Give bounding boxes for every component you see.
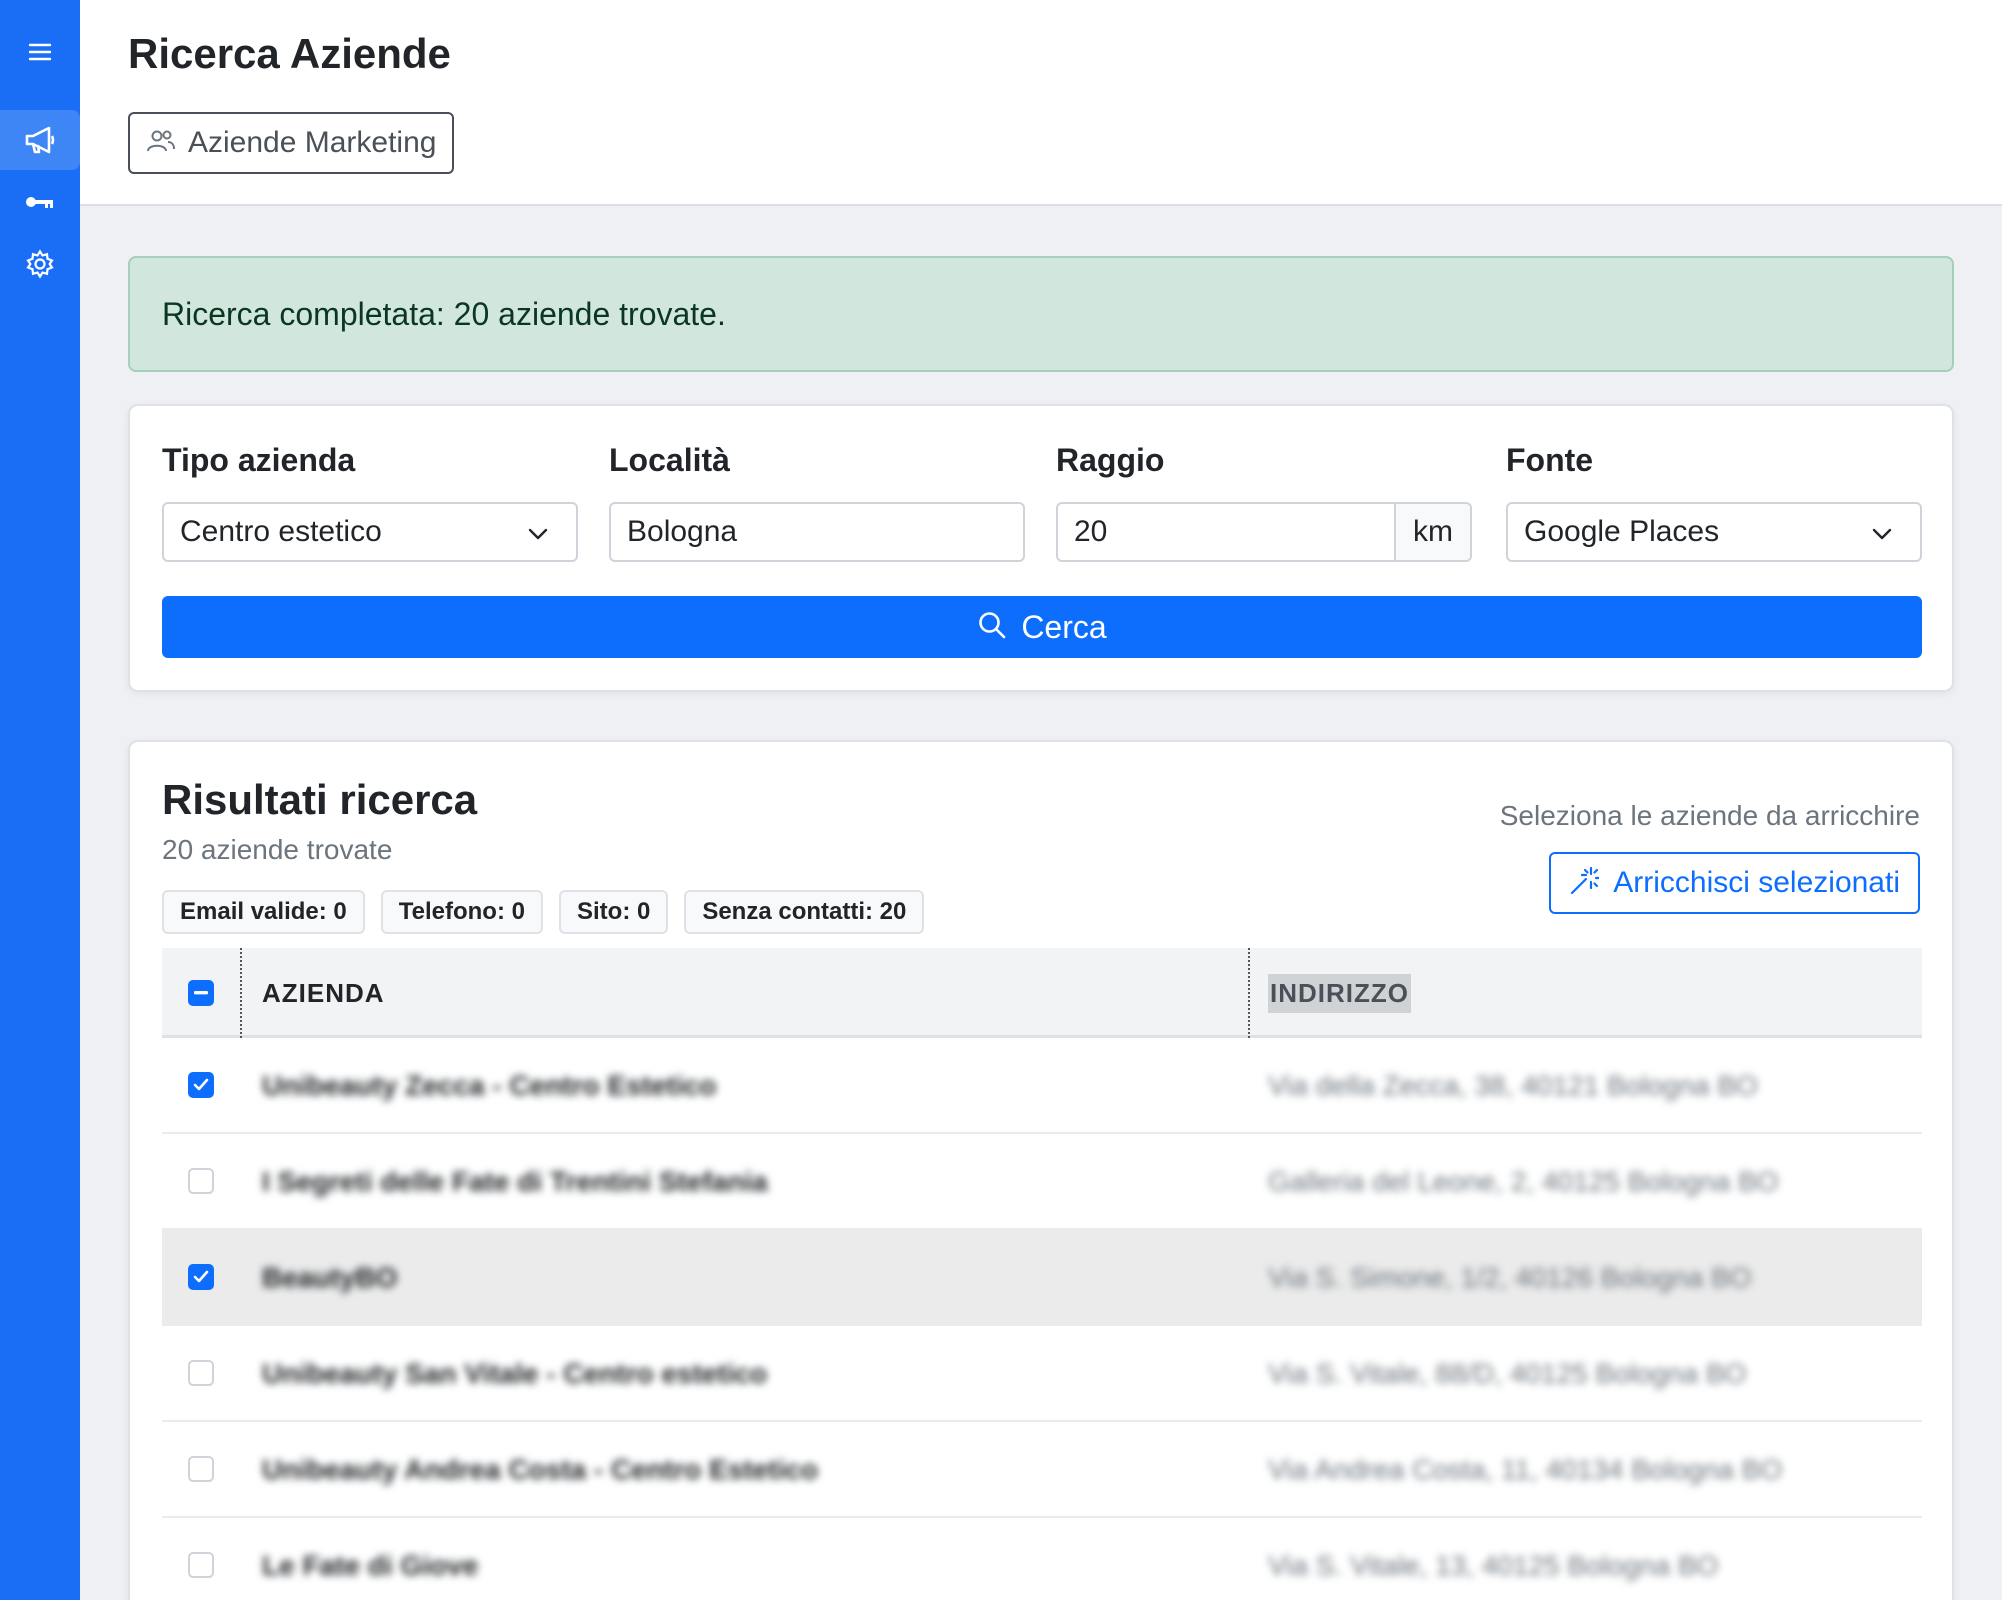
menu-icon xyxy=(27,41,53,63)
company-address: Via S. Vitale, 88/D, 40125 Bologna BO xyxy=(1268,1358,1747,1389)
page-title: Ricerca Aziende xyxy=(128,30,451,77)
radius-input[interactable]: 20 xyxy=(1056,502,1396,562)
company-address: Galleria del Leone, 2, 40125 Bologna BO xyxy=(1268,1166,1779,1197)
radius-unit: km xyxy=(1394,502,1472,562)
company-name: BeautyBO xyxy=(262,1262,398,1293)
results-table: AZIENDA INDIRIZZO Unibeauty Zecca - Cent… xyxy=(162,948,1922,1600)
location-input[interactable]: Bologna xyxy=(609,502,1025,562)
location-input-value: Bologna xyxy=(627,515,738,548)
row-checkbox[interactable] xyxy=(188,1360,214,1386)
table-header: AZIENDA INDIRIZZO xyxy=(162,948,1922,1038)
radius-input-value: 20 xyxy=(1074,515,1108,548)
sidebar-item-keys[interactable] xyxy=(0,172,80,232)
row-checkbox[interactable] xyxy=(188,1456,214,1482)
badge-no-contacts: Senza contatti: 20 xyxy=(684,890,925,934)
tab-label: Aziende Marketing xyxy=(188,126,437,159)
magic-wand-icon xyxy=(1569,866,1601,901)
menu-toggle-button[interactable] xyxy=(0,22,80,82)
column-header-indirizzo[interactable]: INDIRIZZO xyxy=(1268,948,1411,1038)
tab-aziende-marketing[interactable]: Aziende Marketing xyxy=(128,112,455,174)
success-alert: Ricerca completata: 20 aziende trovate. xyxy=(128,256,1954,372)
enrich-selected-button[interactable]: Arricchisci selezionati xyxy=(1549,852,1920,914)
row-checkbox[interactable] xyxy=(188,1168,214,1194)
enrich-hint: Seleziona le aziende da arricchire xyxy=(1499,800,1920,831)
company-name: I Segreti delle Fate di Trentini Stefani… xyxy=(262,1166,768,1197)
source-label: Fonte xyxy=(1506,442,1594,478)
column-header-indirizzo-label: INDIRIZZO xyxy=(1268,973,1411,1013)
search-form: Tipo azienda Centro estetico Località Bo… xyxy=(128,404,1954,692)
column-resize-handle[interactable] xyxy=(240,948,242,1038)
company-name: Unibeauty San Vitale - Centro estetico xyxy=(262,1358,768,1389)
location-label: Località xyxy=(609,442,730,478)
megaphone-icon xyxy=(23,125,57,155)
type-select[interactable]: Centro estetico xyxy=(162,502,578,562)
search-icon xyxy=(977,610,1007,645)
table-row[interactable]: Le Fate di Giove Via S. Vitale, 13, 4012… xyxy=(162,1518,1922,1600)
stats-badges: Email valide: 0 Telefono: 0 Sito: 0 Senz… xyxy=(162,890,925,934)
sidebar xyxy=(0,0,80,1600)
sidebar-item-settings[interactable] xyxy=(0,234,80,294)
results-count: 20 aziende trovate xyxy=(162,834,393,865)
users-icon xyxy=(146,128,176,159)
chevron-down-icon xyxy=(1870,520,1894,554)
row-checkbox[interactable] xyxy=(188,1072,214,1098)
select-all-checkbox[interactable] xyxy=(188,980,214,1006)
type-select-value: Centro estetico xyxy=(180,515,382,548)
row-checkbox[interactable] xyxy=(188,1552,214,1578)
key-icon xyxy=(25,193,55,211)
company-address: Via S. Simone, 1/2, 40126 Bologna BO xyxy=(1268,1262,1752,1293)
company-name: Unibeauty Andrea Costa - Centro Estetico xyxy=(262,1454,818,1485)
gear-icon xyxy=(25,249,55,279)
results-panel: Risultati ricerca 20 aziende trovate Sel… xyxy=(128,740,1954,1600)
company-name: Unibeauty Zecca - Centro Estetico xyxy=(262,1070,717,1101)
type-label: Tipo azienda xyxy=(162,442,356,478)
badge-phone: Telefono: 0 xyxy=(380,890,543,934)
radius-label: Raggio xyxy=(1056,442,1165,478)
badge-valid-emails: Email valide: 0 xyxy=(162,890,365,934)
source-select-value: Google Places xyxy=(1524,515,1720,548)
column-resize-handle[interactable] xyxy=(1248,948,1250,1038)
badge-website: Sito: 0 xyxy=(558,890,669,934)
search-button[interactable]: Cerca xyxy=(162,596,1922,658)
alert-message: Ricerca completata: 20 aziende trovate. xyxy=(162,295,726,332)
company-address: Via della Zecca, 38, 40121 Bologna BO xyxy=(1268,1070,1758,1101)
company-address: Via S. Vitale, 13, 40125 Bologna BO xyxy=(1268,1550,1719,1581)
source-select[interactable]: Google Places xyxy=(1506,502,1922,562)
search-button-label: Cerca xyxy=(1021,608,1107,645)
table-row[interactable]: BeautyBO Via S. Simone, 1/2, 40126 Bolog… xyxy=(162,1230,1922,1326)
company-name: Le Fate di Giove xyxy=(262,1550,479,1581)
page-header: Ricerca Aziende Aziende Marketing xyxy=(80,0,2002,206)
results-title: Risultati ricerca xyxy=(162,776,478,823)
column-header-azienda[interactable]: AZIENDA xyxy=(262,948,385,1038)
table-row[interactable]: Unibeauty Andrea Costa - Centro Estetico… xyxy=(162,1422,1922,1518)
chevron-down-icon xyxy=(526,520,550,554)
table-row[interactable]: Unibeauty Zecca - Centro Estetico Via de… xyxy=(162,1038,1922,1134)
sidebar-item-marketing[interactable] xyxy=(0,110,80,170)
row-checkbox[interactable] xyxy=(188,1264,214,1290)
company-address: Via Andrea Costa, 11, 40134 Bologna BO xyxy=(1268,1454,1783,1485)
enrich-button-label: Arricchisci selezionati xyxy=(1613,866,1900,899)
table-row[interactable]: Unibeauty San Vitale - Centro estetico V… xyxy=(162,1326,1922,1422)
table-row[interactable]: I Segreti delle Fate di Trentini Stefani… xyxy=(162,1134,1922,1230)
